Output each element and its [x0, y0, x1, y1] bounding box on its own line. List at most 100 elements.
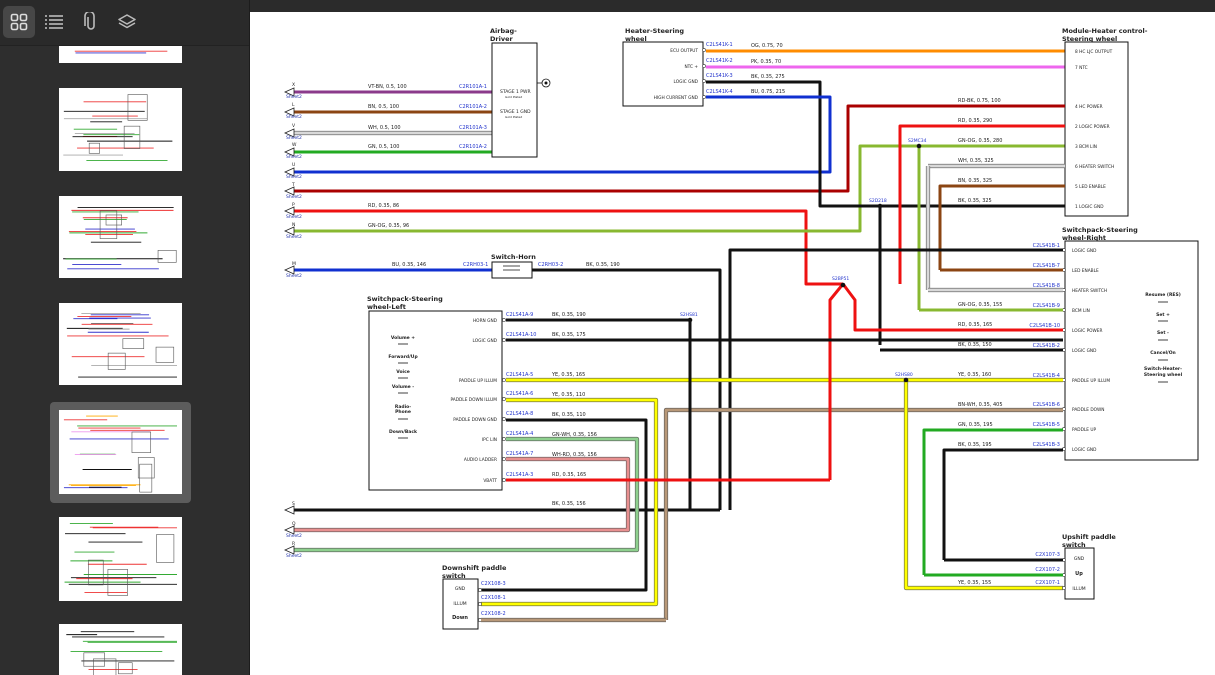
sheet-label: Sheet2: [286, 174, 302, 180]
wire-spec: YE, 0.35, 155: [957, 580, 991, 586]
pin-label: HIGH CURRENT GND: [654, 95, 699, 101]
wire-spec: BK, 0.35, 275: [751, 74, 785, 80]
page-thumbnail-2[interactable]: [59, 88, 182, 171]
thumbnail-preview: [64, 522, 177, 596]
wire-spec: VT-BN, 0.5, 100: [368, 84, 407, 90]
thumbnail-box: [105, 214, 122, 226]
wire-spec: RD, 0.35, 86: [368, 203, 399, 209]
pin-terminal: [1062, 586, 1066, 590]
connector-label: C2LS41A-4: [506, 431, 533, 437]
pin-label: Down: [452, 615, 468, 621]
thumbnail-preview: [63, 206, 177, 270]
connector-label: C2LS41A-9: [506, 312, 533, 318]
wire-spec: RD-BK, 0.75, 100: [958, 98, 1001, 104]
splice-s2d218: [877, 203, 883, 209]
connector-label: C2R101A-3: [459, 125, 487, 131]
sheet-label: Sheet2: [286, 135, 302, 141]
connector-label: C2R101A-1: [459, 84, 487, 90]
page-thumbnail-1[interactable]: [59, 46, 182, 63]
switch-button-label: Down/Back: [389, 429, 418, 435]
connector-label: C2RH03-2: [538, 262, 563, 268]
wire-spec: BK, 0.35, 175: [552, 332, 586, 338]
connector-label: C2LS41B-1: [1033, 243, 1060, 249]
pin-label: PADDLE DOWN ILLUM: [450, 397, 497, 403]
pin-label: AUDIO LADDER: [464, 457, 497, 463]
thumbnail-box: [122, 338, 145, 349]
switch-button-label: Resume (RES): [1145, 292, 1181, 298]
attachments-icon: [84, 12, 95, 30]
attachments-button[interactable]: [75, 6, 107, 38]
pin-label: LOGIC GND: [1072, 248, 1097, 254]
connector-label: C2LS41K-2: [706, 58, 733, 64]
splice-label: S2HS81: [680, 312, 698, 318]
splice-label: S2MC34: [908, 138, 927, 144]
document-canvas[interactable]: X Sheet2 VT-BN, 0.5, 100 C2R101A-1 L Sheet2 BN…: [250, 0, 1215, 675]
pin-label: ECU OUTPUT: [670, 48, 698, 54]
connector-label: C2LS41K-3: [706, 73, 733, 79]
switch-button-label: Switch-Heater-: [1144, 366, 1182, 372]
sheet-label: Sheet2: [286, 214, 302, 220]
connector-label: C2LS41A-7: [506, 451, 533, 457]
thumbnail-list: [0, 46, 249, 675]
pin-label: 4 HC POWER: [1075, 104, 1103, 110]
thumbnail-preview: [63, 415, 177, 493]
thumbnail-box: [118, 662, 133, 675]
pin-label: HORN GND: [473, 318, 498, 324]
wire-spec: OG, 0.75, 70: [751, 43, 783, 49]
connector-label: C2LS41A-6: [506, 391, 533, 397]
component-title: Airbag-: [490, 27, 517, 35]
splice-label: S2HS80: [895, 372, 913, 378]
page-thumbnail-6[interactable]: [59, 517, 182, 601]
offpage-label: W: [292, 142, 297, 148]
pin-label: 2 LOGIC POWER: [1075, 124, 1110, 130]
component-title: wheel-Left: [367, 303, 406, 311]
thumbnail-box: [107, 352, 126, 370]
page-thumbnail-3[interactable]: [59, 196, 182, 278]
pin-label: HEATER SWITCH: [1072, 288, 1107, 294]
connector-label: C2LS41B-7: [1033, 263, 1060, 269]
pin-terminal: [502, 318, 506, 322]
page-thumbnail-5[interactable]: [59, 410, 182, 494]
pin-terminal: [702, 48, 706, 52]
page-thumbnail-7[interactable]: [59, 624, 182, 675]
pin-label: LOGIC GND: [1072, 447, 1097, 453]
wire-spec: BU, 0.75, 215: [751, 89, 785, 95]
wire-spec: BK, 0.35, 110: [552, 412, 586, 418]
thumbnail-box: [123, 125, 141, 149]
wire-spec: BK, 0.35, 190: [552, 312, 586, 318]
component-title: Switch-Horn: [491, 253, 536, 261]
layers-button[interactable]: [111, 6, 143, 38]
page-thumbnail-4[interactable]: [59, 303, 182, 385]
wire-spec: BN, 0.35, 325: [958, 178, 992, 184]
pin-terminal: [502, 378, 506, 382]
thumbnail-box: [155, 346, 175, 363]
connector-label: C2LS41K-4: [706, 89, 733, 95]
sheet-label: Sheet2: [286, 94, 302, 100]
sheet-label: Sheet2: [286, 533, 302, 539]
pin-terminal: [702, 79, 706, 83]
pin-label: 3 BCM LIN: [1075, 144, 1097, 150]
outline-view-icon: [45, 15, 63, 29]
switch-button-label: Cancel/On: [1150, 350, 1175, 356]
component-title: Upshift paddle: [1062, 533, 1116, 541]
component-title: switch: [1062, 541, 1086, 549]
connector-label: C2LS41A-5: [506, 372, 533, 378]
pin-terminal: [502, 338, 506, 342]
wire-spec: YE, 0.35, 160: [957, 372, 991, 378]
sheet-label: Sheet2: [286, 553, 302, 559]
component-title: switch: [442, 572, 466, 580]
connector-label: C2LS41B-5: [1033, 422, 1060, 428]
thumbnail-box: [83, 652, 105, 667]
thumbnail-view-button[interactable]: [3, 6, 35, 38]
component-title: wheel: [625, 35, 647, 43]
sidebar-toolbar: [0, 0, 249, 46]
pin-terminal: [702, 95, 706, 99]
thumbnail-preview: [63, 94, 173, 162]
wiring-diagram: XSheet2VT-BN, 0.5, 100 C2R101A-1LSheet2BN…: [250, 0, 1215, 675]
outline-view-button[interactable]: [38, 6, 70, 38]
pin-label: PADDLE UP ILLUM: [459, 378, 497, 384]
connector-label: C2X107-3: [1035, 552, 1060, 558]
pin-terminal: [502, 397, 506, 401]
splice-s2hs81: [687, 317, 693, 323]
wire-spec: RD, 0.35, 290: [958, 118, 992, 124]
